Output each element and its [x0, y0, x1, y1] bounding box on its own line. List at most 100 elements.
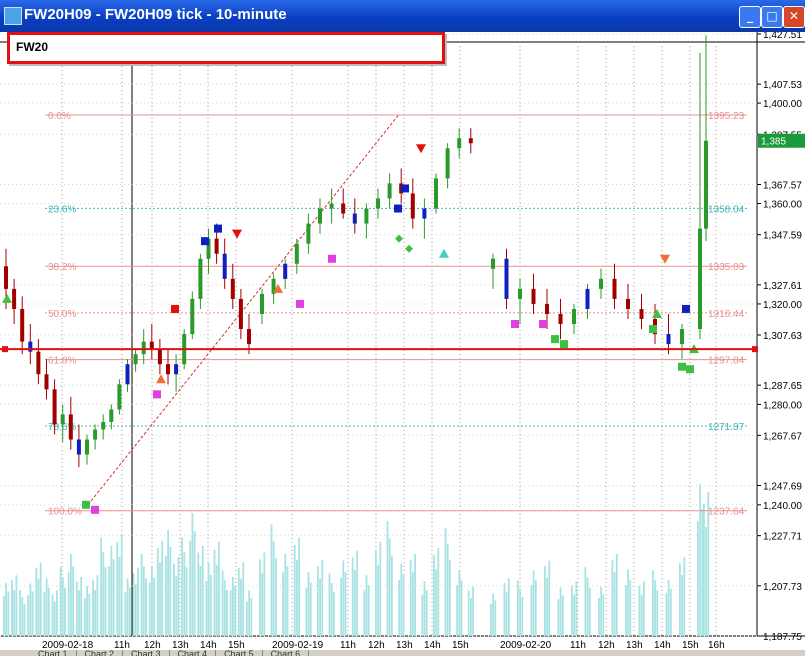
candle-body: [230, 278, 235, 299]
price-axis-label: 1,407.53: [763, 80, 802, 91]
volume-bar: [697, 521, 699, 636]
candle-body: [612, 278, 617, 299]
candle-body: [572, 308, 576, 325]
volume-bar: [13, 590, 16, 636]
price-axis-label: 1,287.65: [763, 381, 802, 392]
price-axis-label: 1,267.67: [763, 431, 802, 442]
volume-bar: [169, 547, 172, 636]
volume-bar: [328, 573, 331, 636]
fib-level-price: 1395.23: [708, 111, 745, 122]
volume-bar: [5, 582, 7, 636]
maximize-button[interactable]: □: [761, 6, 783, 28]
volume-bar: [412, 572, 414, 636]
candle-body: [247, 329, 251, 345]
signal-marker: [153, 390, 161, 399]
fib-level-price: 1316.44: [708, 309, 745, 320]
volume-bar: [19, 590, 21, 636]
volume-bar: [409, 560, 412, 636]
fib-level-price: 1358.04: [708, 204, 745, 215]
volume-bar: [134, 584, 137, 636]
candle-body: [518, 288, 522, 299]
volume-bar: [298, 537, 300, 636]
candle-body: [599, 278, 603, 289]
volume-bar: [67, 572, 70, 636]
volume-bar: [446, 543, 449, 636]
close-button[interactable]: ✕: [783, 6, 805, 28]
candle-body: [504, 258, 509, 299]
price-axis-label: 1,400.00: [763, 99, 802, 110]
volume-bar: [665, 592, 668, 636]
sheet-tab-4[interactable]: Chart 4: [170, 650, 217, 656]
volume-bar: [600, 586, 602, 636]
volume-bar: [185, 567, 188, 636]
volume-bar: [652, 570, 654, 636]
signal-marker: [511, 320, 519, 329]
volume-bar: [354, 569, 356, 636]
candle-body: [20, 308, 25, 342]
sheet-tab-5[interactable]: Chart 5: [216, 650, 263, 656]
volume-bar: [561, 595, 564, 636]
volume-bar: [39, 562, 42, 636]
volume-bar: [175, 576, 178, 636]
chart-area[interactable]: 1,427.511,407.531,400.001,387.551,367.57…: [0, 32, 805, 650]
volume-bar: [559, 587, 562, 636]
volume-bar: [161, 540, 164, 636]
sheet-tab-3[interactable]: Chart 3: [123, 650, 170, 656]
volume-bar: [126, 578, 129, 636]
volume-bar: [444, 527, 447, 636]
candle-body: [704, 140, 708, 229]
signal-marker: [649, 325, 657, 334]
sheet-tab-1[interactable]: Chart 1: [30, 650, 77, 656]
fib-level-percent: 23.6%: [48, 204, 76, 215]
time-axis-label: 16h: [708, 640, 725, 650]
volume-bar: [344, 571, 347, 636]
volume-bar: [167, 529, 169, 636]
fib-level-percent: 0.0%: [48, 111, 71, 122]
volume-bar: [679, 563, 681, 636]
volume-bar: [282, 572, 284, 636]
volume-bar: [699, 484, 701, 636]
signal-marker: [91, 505, 99, 514]
title-bar: FW20H09 - FW20H09 tick - 10-minute _ □ ✕: [0, 0, 805, 32]
sheet-tab-2[interactable]: Chart 2: [77, 650, 124, 656]
volume-bar: [414, 554, 416, 636]
volume-bar: [505, 592, 508, 636]
candle-body: [387, 183, 392, 199]
volume-bar: [356, 550, 358, 636]
sheet-tab-6[interactable]: Chart 6: [263, 650, 310, 656]
volume-bar: [530, 585, 533, 636]
volume-bar: [613, 572, 616, 636]
volume-bar: [112, 559, 115, 636]
volume-bar: [124, 592, 127, 636]
candle-body: [666, 334, 671, 345]
volume-bar: [145, 578, 147, 636]
candle-body: [76, 439, 81, 455]
minimize-button[interactable]: _: [739, 6, 761, 28]
volume-bar: [517, 580, 519, 636]
volume-bar: [391, 555, 393, 636]
candle-body: [341, 203, 346, 214]
volume-bar: [45, 578, 48, 636]
candle-body: [698, 228, 702, 330]
price-axis-label: 1,327.61: [763, 281, 802, 292]
candle-body: [101, 421, 106, 430]
app-icon: [4, 7, 22, 25]
volume-bar: [7, 591, 10, 636]
volume-bar: [84, 598, 86, 636]
candle-body: [545, 303, 549, 314]
volume-bar: [492, 593, 494, 636]
volume-bar: [11, 580, 13, 636]
volume-bar: [237, 567, 240, 636]
candle-body: [329, 203, 334, 209]
symbol-box[interactable]: FW20: [7, 32, 445, 64]
volume-bar: [333, 592, 335, 636]
volume-bar: [234, 585, 236, 636]
volume-bar: [102, 552, 105, 636]
volume-bar: [159, 562, 161, 636]
volume-bar: [70, 554, 72, 636]
volume-bar: [221, 570, 224, 636]
candle-body: [109, 409, 114, 422]
volume-bar: [375, 549, 377, 636]
price-axis-label: 1,207.73: [763, 582, 802, 593]
volume-bar: [342, 560, 345, 636]
